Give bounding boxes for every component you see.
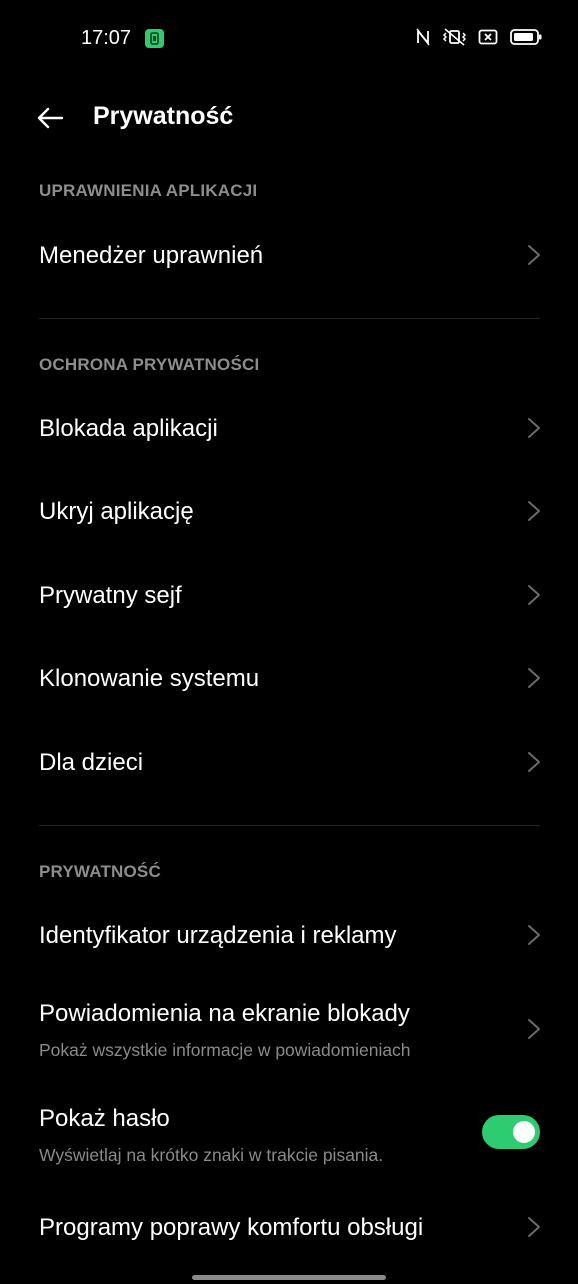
chevron-right-icon — [528, 501, 540, 521]
list-item-label: Powiadomienia na ekranie blokady — [39, 1000, 410, 1027]
back-button[interactable] — [28, 100, 72, 136]
show-password-toggle[interactable] — [482, 1115, 540, 1149]
status-time: 17:07 — [81, 27, 132, 49]
list-item-label: Identyfikator urządzenia i reklamy — [39, 922, 397, 949]
list-item-hide-app[interactable]: Ukryj aplikację — [0, 476, 578, 548]
chevron-right-icon — [528, 418, 540, 438]
list-item-label: Pokaż hasło — [39, 1105, 170, 1132]
battery-icon — [510, 28, 542, 46]
no-sim-icon — [478, 29, 498, 45]
list-item-label: Dla dzieci — [39, 749, 144, 776]
list-item-system-cloner[interactable]: Klonowanie systemu — [0, 643, 578, 715]
status-bar: 17:07 — [0, 0, 578, 78]
vibrate-icon — [442, 28, 466, 46]
page-title: Prywatność — [93, 102, 234, 130]
chevron-right-icon — [528, 1217, 540, 1237]
list-item-kids-space[interactable]: Dla dzieci — [0, 727, 578, 799]
list-item-subtitle: Wyświetlaj na krótko znaki w trakcie pis… — [39, 1145, 384, 1165]
list-item-label: Menedżer uprawnień — [39, 242, 264, 269]
list-item-label: Klonowanie systemu — [39, 665, 260, 692]
home-indicator[interactable] — [192, 1275, 386, 1280]
app-header: Prywatność — [0, 78, 578, 160]
arrow-left-icon — [37, 107, 64, 129]
chevron-right-icon — [528, 925, 540, 945]
app-notification-icon — [145, 29, 164, 48]
chevron-right-icon — [528, 668, 540, 688]
section-header-privacy-protection: OCHRONA PRYWATNOŚCI — [39, 355, 260, 374]
section-header-app-permissions: UPRAWNIENIA APLIKACJI — [39, 181, 258, 200]
list-item-private-safe[interactable]: Prywatny sejf — [0, 560, 578, 632]
list-item-app-lock[interactable]: Blokada aplikacji — [0, 393, 578, 465]
list-item-label: Prywatny sejf — [39, 582, 182, 609]
nfc-icon — [416, 28, 430, 46]
chevron-right-icon — [528, 1019, 540, 1039]
section-header-privacy: PRYWATNOŚĆ — [39, 862, 161, 881]
status-icons — [416, 28, 542, 46]
list-item-show-password[interactable]: Pokaż hasło Wyświetlaj na krótko znaki w… — [0, 1090, 578, 1180]
list-item-permission-manager[interactable]: Menedżer uprawnień — [0, 220, 578, 292]
list-item-subtitle: Pokaż wszystkie informacje w powiadomien… — [39, 1040, 411, 1060]
chevron-right-icon — [528, 585, 540, 605]
list-item-device-id-ads[interactable]: Identyfikator urządzenia i reklamy — [0, 900, 578, 972]
list-item-label: Programy poprawy komfortu obsługi — [39, 1214, 424, 1241]
list-item-user-experience-program[interactable]: Programy poprawy komfortu obsługi — [0, 1192, 578, 1264]
list-item-label: Blokada aplikacji — [39, 415, 218, 442]
chevron-right-icon — [528, 245, 540, 265]
list-item-lockscreen-notifications[interactable]: Powiadomienia na ekranie blokady Pokaż w… — [0, 985, 578, 1075]
toggle-knob — [513, 1121, 535, 1143]
divider — [39, 318, 540, 319]
chevron-right-icon — [528, 752, 540, 772]
divider — [39, 825, 540, 826]
list-item-label: Ukryj aplikację — [39, 498, 194, 525]
